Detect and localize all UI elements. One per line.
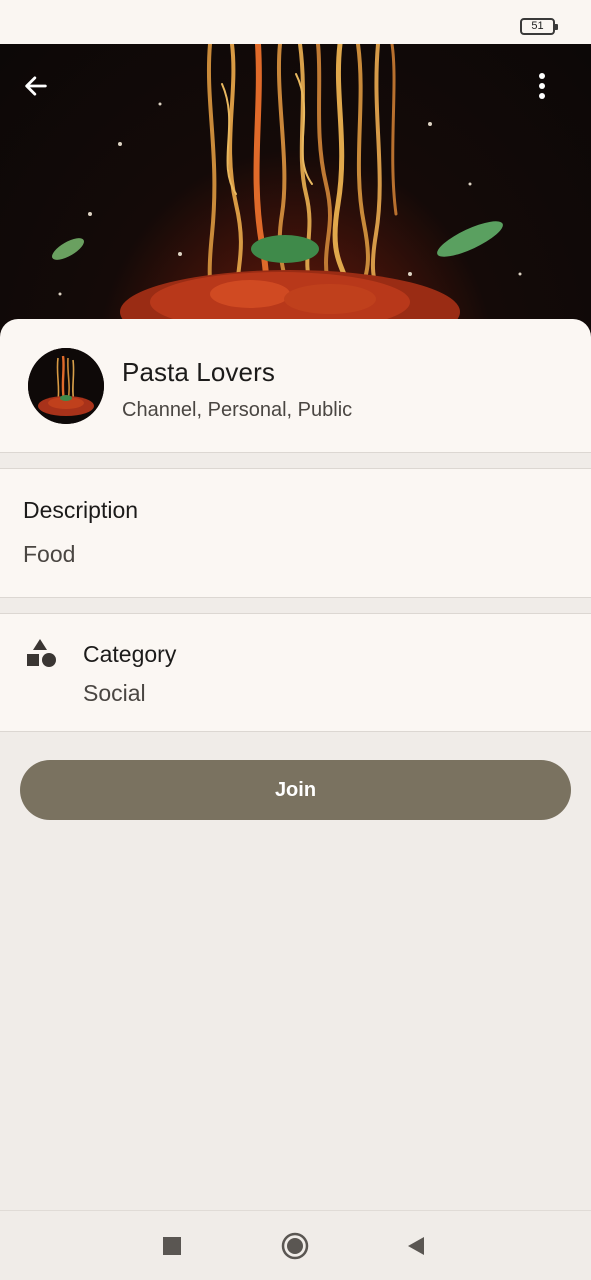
avatar-image [28,348,104,424]
recents-button[interactable] [155,1229,189,1263]
more-vert-icon [539,73,545,99]
status-bar: 51 [0,0,591,44]
channel-profile-card: Pasta Lovers Channel, Personal, Public [0,319,591,453]
triangle-back-icon [408,1237,424,1255]
home-button[interactable] [278,1229,312,1263]
arrow-left-icon [25,76,47,96]
category-value: Social [83,680,146,706]
join-button[interactable]: Join [20,760,571,820]
square-icon [163,1237,181,1255]
system-navigation-bar [0,1210,591,1280]
nav-back-button[interactable] [399,1229,433,1263]
description-label: Description [23,497,139,523]
description-section: Description Food [0,468,591,598]
category-label: Category [83,641,177,667]
category-section: Category Social [0,613,591,732]
channel-cover-image [0,44,591,344]
shapes-icon [27,639,56,667]
channel-type: Channel, Personal, Public [122,399,353,421]
channel-name: Pasta Lovers [122,357,275,387]
back-button[interactable] [22,72,62,112]
more-options-button[interactable] [537,72,573,112]
pasta-illustration [52,44,522,344]
description-value: Food [23,541,76,567]
circle-icon [281,1232,309,1260]
battery-icon: 51 [520,18,558,35]
avatar[interactable] [28,348,104,424]
